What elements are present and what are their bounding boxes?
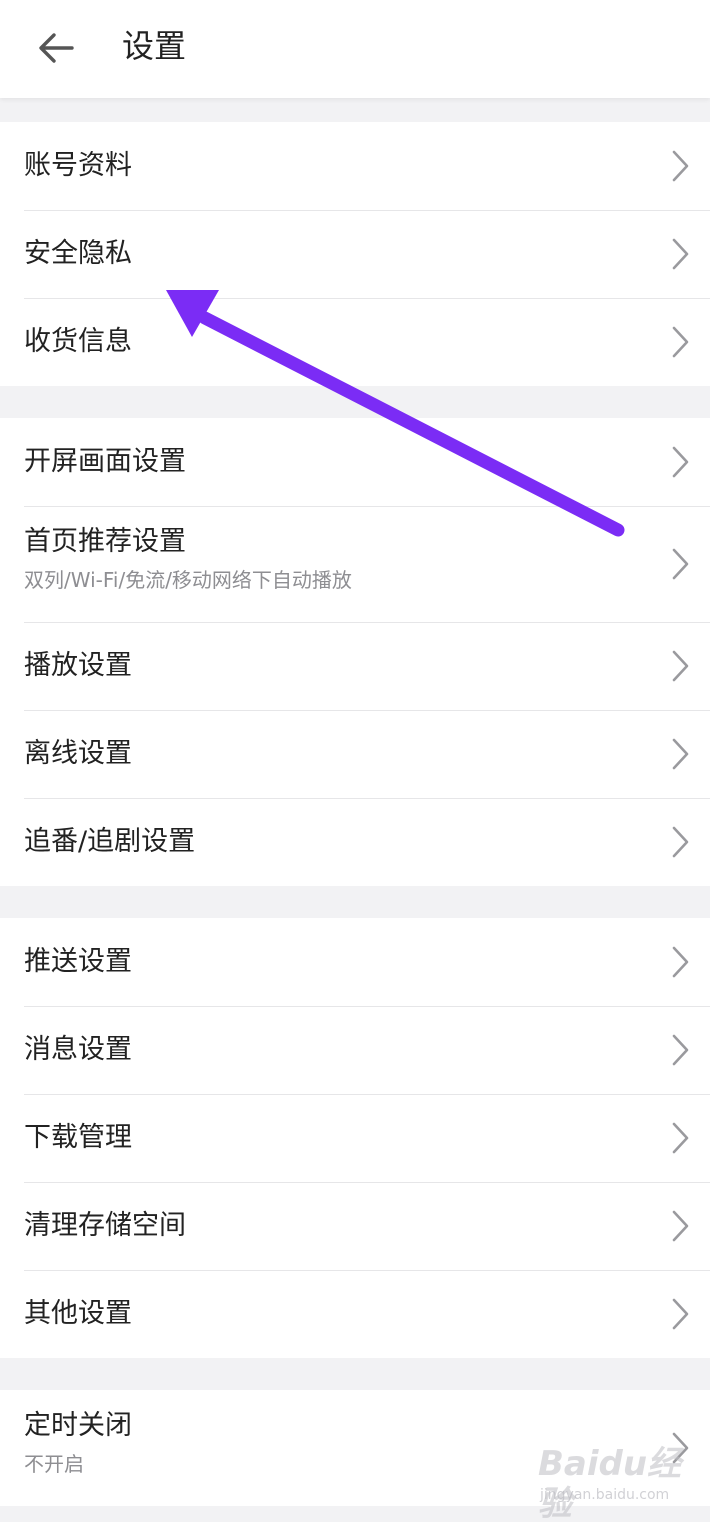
settings-item-clear-storage[interactable]: 清理存储空间: [0, 1182, 710, 1270]
page-title: 设置: [122, 27, 187, 65]
settings-group-system: 推送设置 消息设置 下载管理 清理存储空间 其他设置: [0, 918, 710, 1358]
watermark-brand: Baidu经验: [538, 1444, 682, 1522]
settings-item-messages[interactable]: 消息设置: [0, 1006, 710, 1094]
settings-item-playback[interactable]: 播放设置: [0, 622, 710, 710]
settings-item-security-privacy[interactable]: 安全隐私: [0, 210, 710, 298]
chevron-right-icon: [672, 446, 689, 478]
settings-item-subtitle: 双列/Wi-Fi/免流/移动网络下自动播放: [24, 568, 352, 592]
settings-item-label: 下载管理: [24, 1122, 132, 1153]
settings-item-splash-screen[interactable]: 开屏画面设置: [0, 418, 710, 506]
settings-page: 设置 账号资料 安全隐私 收货信息 开屏画面设置 首页推荐设置 双列/Wi-Fi…: [0, 0, 710, 1522]
settings-item-home-recommend[interactable]: 首页推荐设置 双列/Wi-Fi/免流/移动网络下自动播放: [0, 506, 710, 622]
chevron-right-icon: [672, 738, 689, 770]
settings-item-offline[interactable]: 离线设置: [0, 710, 710, 798]
arrow-left-icon: [39, 33, 74, 63]
settings-item-downloads[interactable]: 下载管理: [0, 1094, 710, 1182]
settings-item-follow-series[interactable]: 追番/追剧设置: [0, 798, 710, 886]
settings-item-label: 离线设置: [24, 738, 132, 769]
settings-group-account: 账号资料 安全隐私 收货信息: [0, 122, 710, 386]
chevron-right-icon: [672, 1034, 689, 1066]
settings-item-label: 消息设置: [24, 1034, 132, 1065]
settings-item-push[interactable]: 推送设置: [0, 918, 710, 1006]
settings-item-label: 清理存储空间: [24, 1210, 186, 1241]
chevron-right-icon: [672, 326, 689, 358]
settings-item-label: 首页推荐设置: [24, 526, 186, 557]
settings-item-other[interactable]: 其他设置: [0, 1270, 710, 1358]
settings-item-label: 其他设置: [24, 1298, 132, 1329]
chevron-right-icon: [672, 1210, 689, 1242]
chevron-right-icon: [672, 548, 689, 580]
chevron-right-icon: [672, 826, 689, 858]
settings-group-playback: 开屏画面设置 首页推荐设置 双列/Wi-Fi/免流/移动网络下自动播放 播放设置…: [0, 418, 710, 886]
settings-item-label: 推送设置: [24, 946, 132, 977]
top-bar: 设置: [0, 0, 710, 98]
settings-item-label: 账号资料: [24, 150, 132, 181]
settings-item-label: 播放设置: [24, 650, 132, 681]
settings-item-label: 定时关闭: [24, 1410, 132, 1441]
settings-item-account-profile[interactable]: 账号资料: [0, 122, 710, 210]
watermark-url: jingyan.baidu.com: [540, 1487, 670, 1503]
settings-item-subtitle: 不开启: [24, 1452, 84, 1476]
chevron-right-icon: [672, 150, 689, 182]
chevron-right-icon: [672, 946, 689, 978]
settings-item-label: 追番/追剧设置: [24, 826, 196, 857]
back-button[interactable]: [30, 22, 82, 74]
settings-item-label: 收货信息: [24, 326, 132, 357]
chevron-right-icon: [672, 1122, 689, 1154]
chevron-right-icon: [672, 238, 689, 270]
settings-item-shipping-info[interactable]: 收货信息: [0, 298, 710, 386]
settings-item-label: 安全隐私: [24, 238, 132, 269]
settings-item-label: 开屏画面设置: [24, 446, 186, 477]
baidu-watermark: Baidu经验 jingyan.baidu.com: [538, 1440, 698, 1522]
chevron-right-icon: [672, 1298, 689, 1330]
chevron-right-icon: [672, 650, 689, 682]
